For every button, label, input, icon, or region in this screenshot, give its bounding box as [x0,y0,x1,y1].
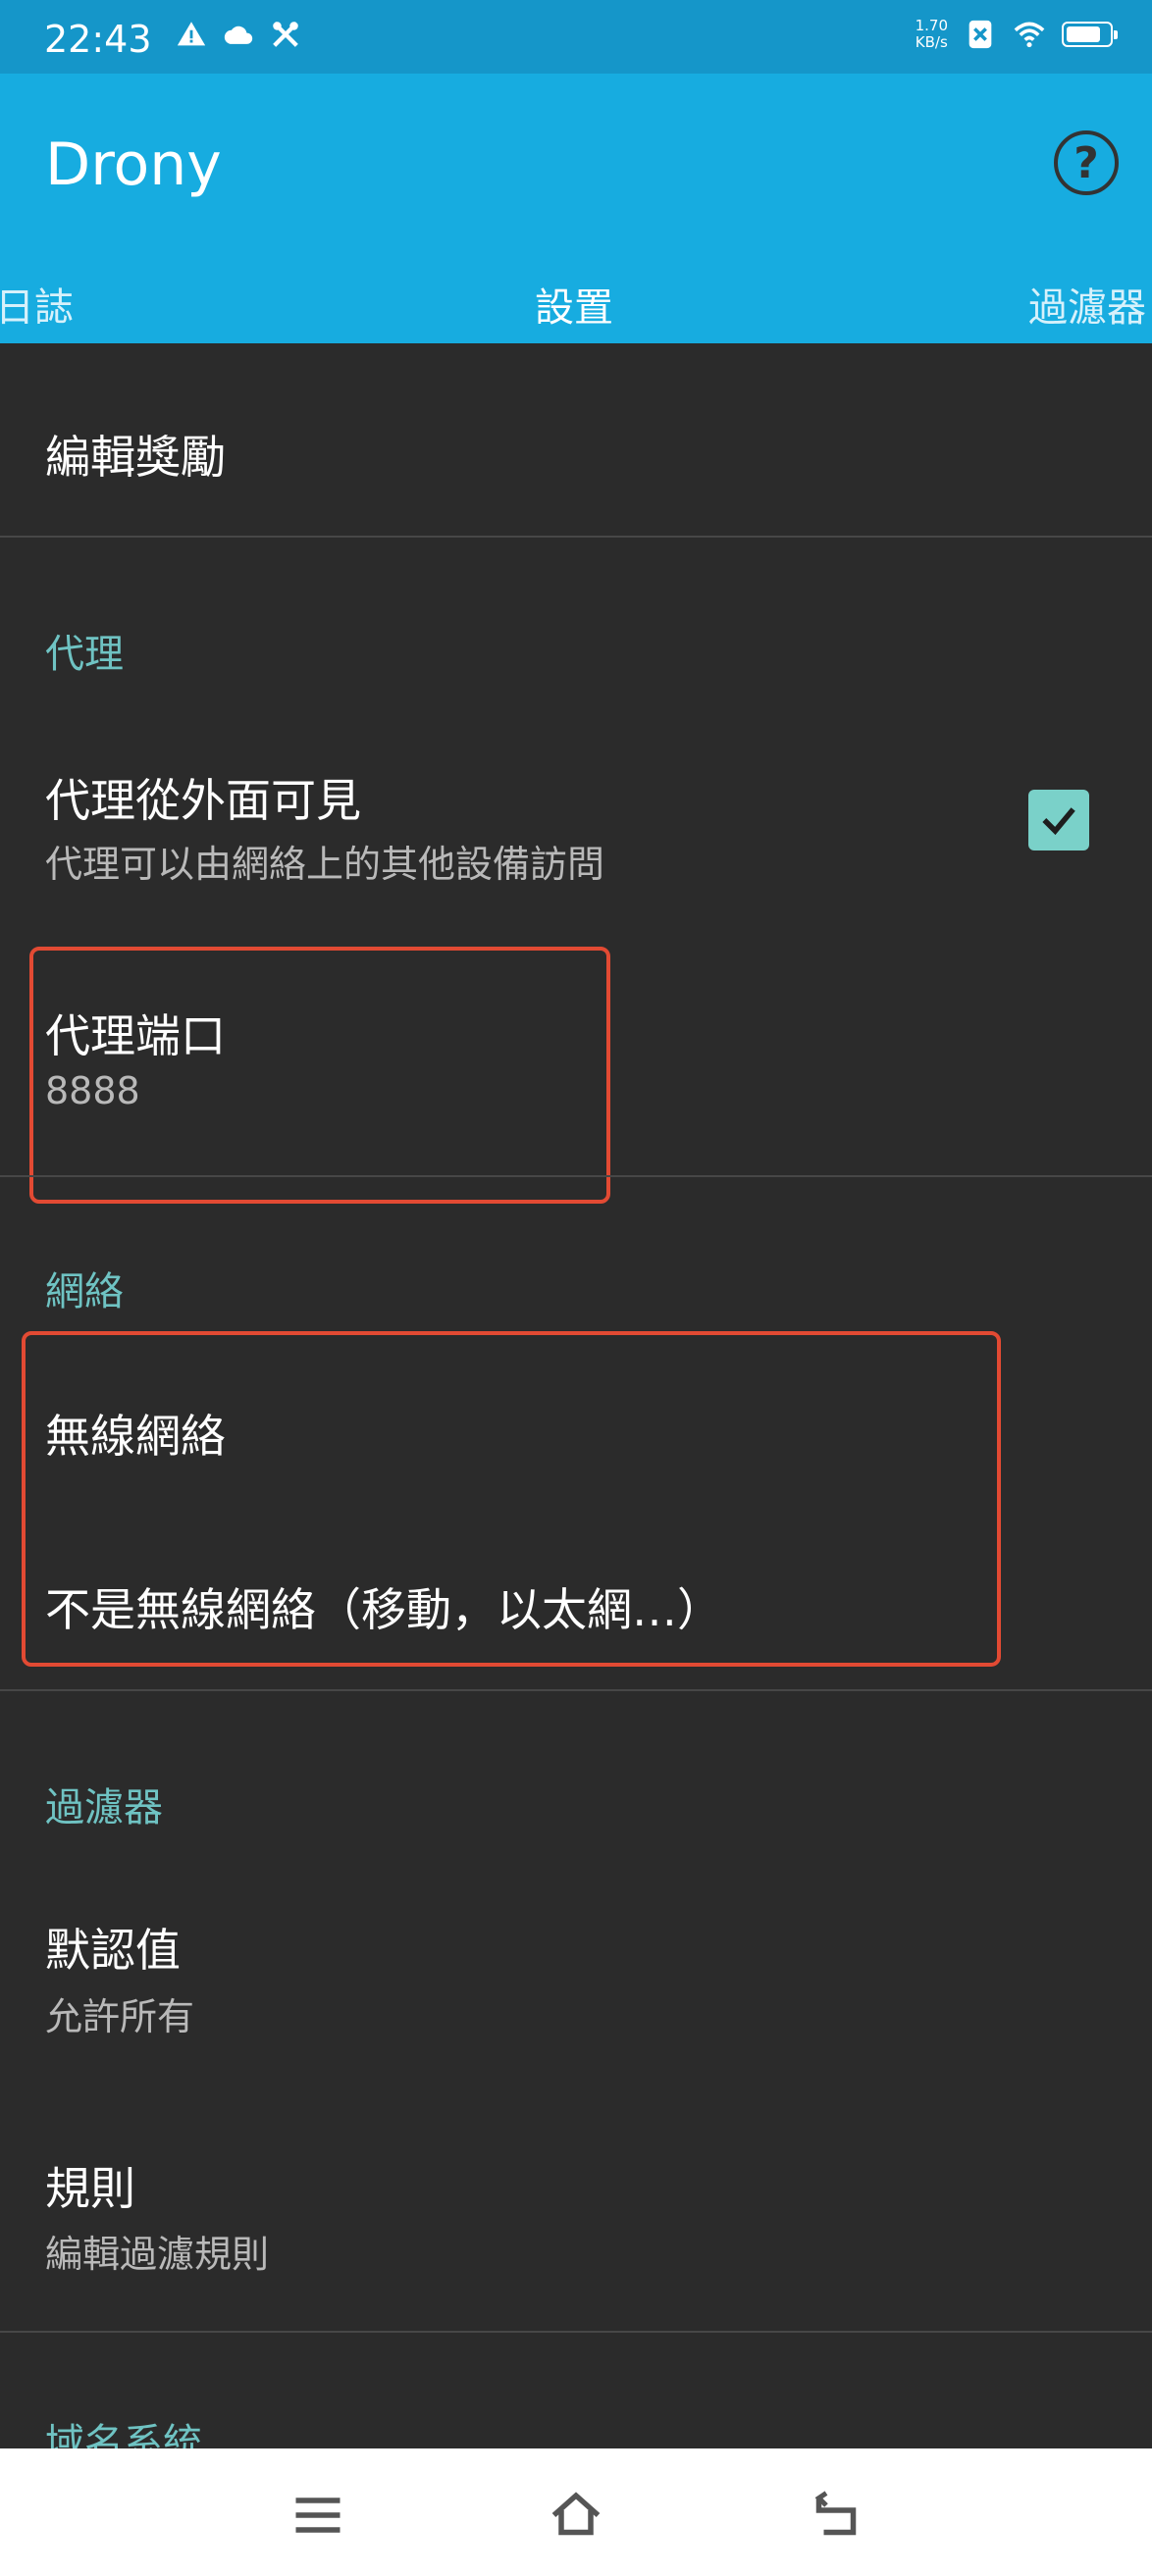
rules-value: 編輯過濾規則 [45,2233,270,2276]
proxy-port-title: 代理端口 [45,1009,226,1062]
section-network: 網絡 [45,1269,124,1314]
edit-rewards-item[interactable]: 編輯獎勵 [45,422,226,487]
proxy-visible-subtitle: 代理可以由網絡上的其他設備訪問 [45,843,605,886]
wifi-title: 無線網絡 [45,1410,226,1463]
menu-icon[interactable] [288,2486,347,2545]
help-button[interactable]: ? [1054,130,1119,195]
cloud-icon [224,26,253,44]
divider [0,1689,1152,1691]
proxy-port-value: 8888 [45,1069,140,1112]
wifi-icon [1014,22,1045,48]
navigation-bar [0,2448,1152,2576]
warning-icon [177,22,206,46]
help-icon: ? [1073,137,1099,188]
status-icons-left [175,18,302,51]
battery-icon [1062,22,1118,47]
divider [0,536,1152,538]
network-speed: 1.70 KB/s [915,17,948,51]
tab-log[interactable]: 日誌 [0,276,74,333]
tab-settings[interactable]: 設置 [535,276,613,333]
divider [0,1175,1152,1177]
default-value: 允許所有 [45,1995,195,2038]
home-icon[interactable] [547,2486,605,2545]
status-icons-right: 1.70 KB/s [915,17,1118,51]
wifi-value: 不是無線網絡（移動，以太網…） [45,1583,722,1636]
status-time: 22:43 [44,18,152,61]
rules-title: 規則 [45,2162,135,2215]
tab-filters[interactable]: 過濾器 [1028,276,1146,333]
check-icon [1042,807,1075,836]
back-icon[interactable] [807,2486,865,2545]
proxy-visible-checkbox[interactable] [1028,790,1089,850]
app-title: Drony [45,130,222,199]
app-bar: Drony ? [0,74,1152,255]
default-title: 默認值 [45,1924,181,1977]
divider [0,2331,1152,2333]
proxy-visible-title: 代理從外面可見 [45,774,361,827]
tab-strip: 日誌 設置 過濾器 [0,253,1152,343]
section-filters: 過濾器 [45,1785,163,1830]
section-proxy: 代理 [45,632,124,677]
tools-icon [273,22,298,47]
sim-x-icon [969,20,992,49]
status-bar: 22:43 1.70 KB/s [0,0,1152,74]
